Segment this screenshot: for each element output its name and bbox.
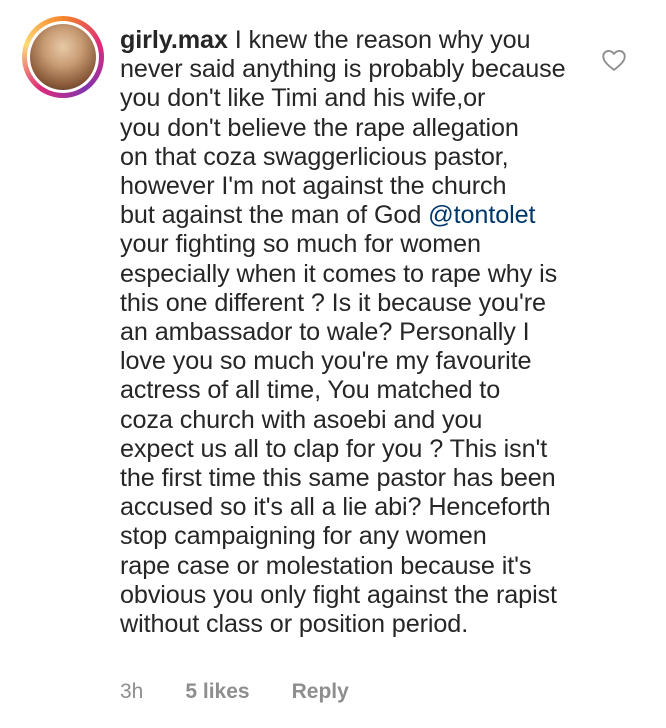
comment-line: accused so it's all a lie abi? Hencefort… — [120, 493, 551, 522]
heart-outline-icon-svg — [602, 49, 626, 71]
comment-line: girly.max I knew the reason why you — [120, 26, 590, 55]
comment-line: especially when it comes to rape why is — [120, 259, 558, 288]
comment-line: coza church with asoebi and you — [120, 405, 483, 434]
comment-text-segment: I knew the reason why you — [227, 26, 531, 54]
comment-line: obvious you only fight against the rapis… — [120, 580, 557, 609]
comment-line: you don't like Timi and his wife,or — [120, 84, 486, 113]
comment-line: love you so much you're my favourite — [120, 347, 532, 376]
comment-item: girly.max I knew the reason why you neve… — [0, 0, 666, 728]
comment-line: your fighting so much for women — [120, 230, 481, 259]
comment-line: without class or position period. — [120, 610, 469, 639]
likes-count-button[interactable]: 5 likes — [185, 680, 249, 704]
username-link[interactable]: girly.max — [120, 26, 228, 54]
comment-timestamp: 3h — [120, 680, 144, 703]
comment-line: an ambassador to wale? Personally I — [120, 318, 530, 347]
avatar-border — [27, 21, 99, 93]
comment-text: girly.max I knew the reason why you neve… — [120, 26, 590, 639]
comment-line: you don't believe the rape allegation — [120, 113, 519, 142]
comment-meta: 3h 5 likes Reply — [120, 680, 349, 704]
comment-line: however I'm not against the church — [120, 172, 507, 201]
comment-line: on that coza swaggerlicious pastor, — [120, 142, 509, 171]
comment-line: the first time this same pastor has been — [120, 464, 556, 493]
comment-line: rape case or molestation because it's — [120, 551, 532, 580]
comment-line: but against the man of God @tontolet — [120, 201, 590, 230]
mention-link[interactable]: @tontolet — [428, 201, 535, 229]
reply-button[interactable]: Reply — [292, 680, 349, 704]
comment-line: stop campaigning for any women — [120, 522, 487, 551]
avatar-photo — [30, 24, 96, 90]
comment-line: expect us all to clap for you ? This isn… — [120, 434, 548, 463]
comment-line: this one different ? Is it because you'r… — [120, 288, 546, 317]
avatar[interactable] — [22, 16, 104, 98]
comment-line: actress of all time, You matched to — [120, 376, 501, 405]
comment-text-segment: but against the man of God — [120, 201, 429, 230]
comment-line: never said anything is probably because — [120, 55, 566, 84]
heart-outline-icon[interactable] — [600, 46, 628, 74]
